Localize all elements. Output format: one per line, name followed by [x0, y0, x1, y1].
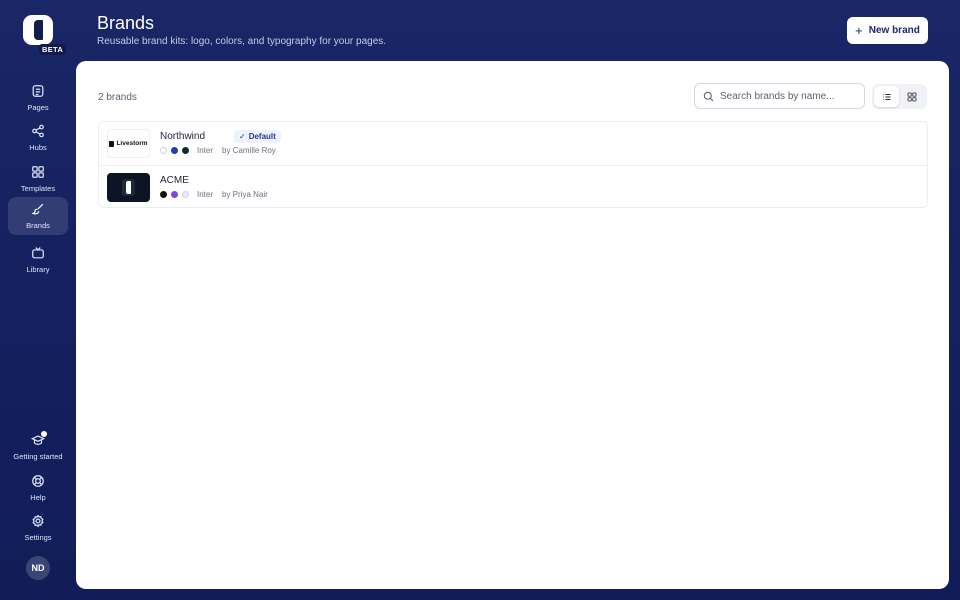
tv-icon: [32, 247, 44, 259]
color-swatch: [171, 147, 178, 154]
grid-icon: [32, 166, 44, 178]
check-icon: ✓: [239, 132, 246, 141]
brand-font: Inter: [197, 146, 214, 155]
sidebar-item-getting-started[interactable]: Getting started: [8, 428, 68, 466]
logo-icon: [23, 15, 53, 45]
sidebar-item-settings[interactable]: Settings: [8, 509, 68, 547]
sidebar-item-label: Pages: [27, 103, 49, 112]
color-swatches: [160, 147, 193, 154]
sidebar-item-label: Hubs: [29, 143, 47, 152]
brand-logo-text: Livestorm: [116, 140, 148, 147]
color-swatch: [171, 191, 178, 198]
color-swatch: [182, 191, 189, 198]
color-swatches: [160, 191, 193, 198]
sidebar: BETA Pages Hubs Templates Brands Library…: [0, 0, 76, 600]
new-brand-button[interactable]: + New brand: [847, 17, 928, 44]
list-item[interactable]: Livestorm Northwind ✓ Default Inter by C…: [99, 122, 927, 165]
search-input[interactable]: [720, 90, 850, 102]
brand-font: Inter: [197, 190, 214, 199]
sidebar-item-templates[interactable]: Templates: [8, 160, 68, 198]
gear-icon: [32, 514, 44, 528]
sidebar-item-help[interactable]: Help: [8, 469, 68, 507]
color-swatch: [160, 191, 167, 198]
color-swatch: [160, 147, 167, 154]
brand-author: by Camille Roy: [222, 146, 276, 155]
sidebar-item-hubs[interactable]: Hubs: [8, 119, 68, 157]
sidebar-item-library[interactable]: Library: [8, 241, 68, 279]
sidebar-item-label: Brands: [26, 221, 50, 230]
brand-logo-thumbnail: [107, 173, 150, 202]
sidebar-item-label: Templates: [20, 184, 56, 193]
sidebar-item-label: Settings: [24, 533, 52, 542]
sidebar-item-label: Library: [26, 265, 50, 274]
pages-icon: [32, 85, 44, 97]
sidebar-item-brands[interactable]: Brands: [8, 197, 68, 235]
share-icon: [32, 124, 44, 138]
brands-panel: 2 brands Livestorm Northwind ✓ Default: [76, 61, 949, 589]
list-view-button[interactable]: [874, 86, 899, 107]
page-title: Brands: [97, 13, 155, 33]
app-logo[interactable]: BETA: [23, 15, 67, 55]
acme-logo-icon: [122, 179, 135, 196]
view-toggle: [872, 84, 927, 109]
brush-icon: [31, 203, 44, 215]
list-icon: [882, 93, 890, 100]
search-box[interactable]: [694, 83, 865, 109]
brand-logo-thumbnail: Livestorm: [107, 129, 150, 158]
beta-badge: BETA: [39, 44, 67, 55]
notification-dot: [41, 431, 47, 437]
page-subtitle: Reusable brand kits: logo, colors, and t…: [97, 36, 387, 47]
sidebar-item-pages[interactable]: Pages: [8, 79, 68, 117]
search-icon: [703, 91, 714, 101]
brand-name: Northwind: [160, 131, 206, 142]
plus-icon: +: [855, 22, 863, 38]
list-item[interactable]: ACME Inter by Priya Nair: [99, 165, 927, 208]
grid-icon: [907, 92, 916, 101]
brands-list: Livestorm Northwind ✓ Default Inter by C…: [98, 121, 928, 208]
brand-author: by Priya Nair: [222, 190, 268, 199]
grid-view-button[interactable]: [899, 86, 924, 107]
default-badge: ✓ Default: [234, 130, 281, 143]
avatar[interactable]: ND: [26, 556, 50, 580]
brand-count: 2 brands: [98, 92, 137, 103]
sidebar-item-label: Help: [30, 493, 46, 502]
new-brand-label: New brand: [868, 25, 920, 36]
lifebuoy-icon: [32, 475, 44, 487]
color-swatch: [182, 147, 189, 154]
sidebar-item-label: Getting started: [13, 452, 63, 461]
brand-name: ACME: [160, 175, 189, 186]
